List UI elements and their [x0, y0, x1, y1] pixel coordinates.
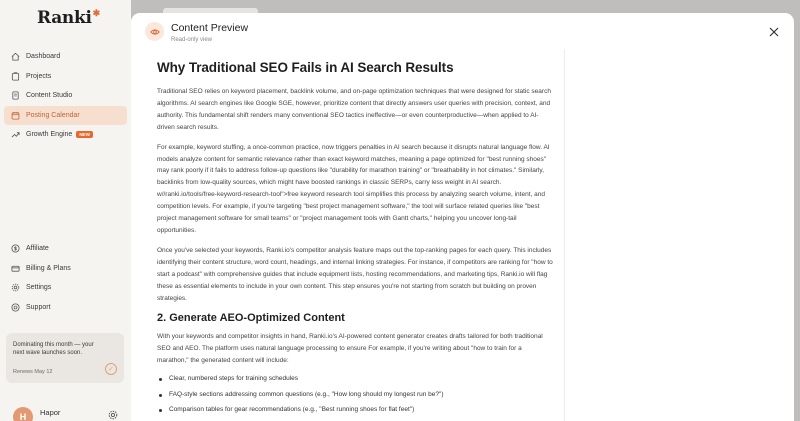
- sidebar-item-billing[interactable]: Billing & Plans: [4, 259, 127, 278]
- sidebar-item-projects[interactable]: Projects: [4, 67, 127, 86]
- promo-card: Dominating this month — your next wave l…: [6, 333, 124, 383]
- modal-title: Content Preview: [171, 22, 249, 34]
- content-preview-modal: Content Preview Read-only view Why Tradi…: [131, 13, 794, 421]
- document-icon: [11, 91, 20, 100]
- dollar-icon: [11, 244, 20, 253]
- sidebar-item-settings[interactable]: Settings: [4, 278, 127, 297]
- user-name: Hapor: [40, 408, 61, 417]
- article-subheading: 2. Generate AEO-Optimized Content: [157, 312, 345, 325]
- sidebar-item-growth-engine[interactable]: Growth Engine NEW: [4, 125, 127, 144]
- article-paragraph: For example, keyword stuffing, a once-co…: [157, 143, 550, 234]
- list-item: Comparison tables for gear recommendatio…: [157, 406, 554, 414]
- modal-subtitle: Read-only view: [171, 37, 213, 43]
- article-paragraph: Once you've selected your keywords, Rank…: [157, 246, 553, 302]
- sidebar-bottom-nav: Affiliate Billing & Plans Settings Suppo…: [4, 239, 127, 317]
- folder-icon: [11, 71, 20, 81]
- grid-icon: [11, 52, 20, 61]
- sidebar-item-label: Posting Calendar: [26, 111, 80, 119]
- calendar-icon: [11, 111, 20, 120]
- article-paragraph: With your keywords and competitor insigh…: [157, 333, 543, 365]
- card-icon: [11, 264, 20, 273]
- sidebar-item-label: Support: [26, 303, 51, 311]
- growth-icon: [11, 130, 20, 139]
- sidebar-item-label: Settings: [26, 284, 52, 291]
- sidebar-item-label: Affiliate: [26, 245, 49, 252]
- sidebar-item-posting-calendar[interactable]: Posting Calendar: [4, 105, 127, 125]
- sidebar-item-dashboard[interactable]: Dashboard: [4, 47, 127, 66]
- modal-header: Content Preview Read-only view: [131, 13, 794, 49]
- eye-icon: [145, 22, 164, 41]
- sidebar-nav: Dashboard Projects Content Studio Postin…: [4, 47, 127, 145]
- article-bullet-list: Clear, numbered steps for training sched…: [157, 375, 554, 414]
- article-paragraph: Traditional SEO relies on keyword placem…: [157, 88, 551, 131]
- sidebar-item-affiliate[interactable]: Affiliate: [4, 239, 127, 258]
- sidebar-item-label: Billing & Plans: [26, 264, 71, 272]
- avatar: H: [13, 407, 33, 421]
- sidebar-item-label: Dashboard: [26, 53, 61, 60]
- panel-divider: [564, 49, 565, 421]
- list-item: FAQ-style sections addressing common que…: [157, 391, 554, 399]
- promo-renewal: Renews May 12: [13, 369, 53, 375]
- list-item: Clear, numbered steps for training sched…: [157, 375, 554, 383]
- help-icon: [11, 302, 20, 312]
- promo-text: Dominating this month — your next wave l…: [13, 342, 94, 356]
- user-settings-gear-icon[interactable]: [108, 410, 118, 420]
- gear-icon: [11, 283, 20, 292]
- sidebar-item-support[interactable]: Support: [4, 298, 127, 317]
- sidebar: Ranki✱ Dashboard Projects Content Studio…: [0, 0, 131, 421]
- check-circle-icon: ✓: [105, 363, 117, 375]
- logo-star-icon: ✱: [92, 9, 101, 19]
- sidebar-item-content-studio[interactable]: Content Studio: [4, 86, 127, 105]
- article-content: Why Traditional SEO Fails in AI Search R…: [157, 60, 554, 421]
- sidebar-item-label: Growth Engine: [26, 131, 73, 138]
- app-logo[interactable]: Ranki✱: [37, 8, 101, 28]
- article-heading: Why Traditional SEO Fails in AI Search R…: [157, 60, 454, 75]
- sidebar-item-label: Content Studio: [26, 92, 73, 99]
- close-icon[interactable]: [769, 27, 779, 37]
- new-badge: NEW: [76, 131, 93, 138]
- sidebar-item-label: Projects: [26, 72, 52, 80]
